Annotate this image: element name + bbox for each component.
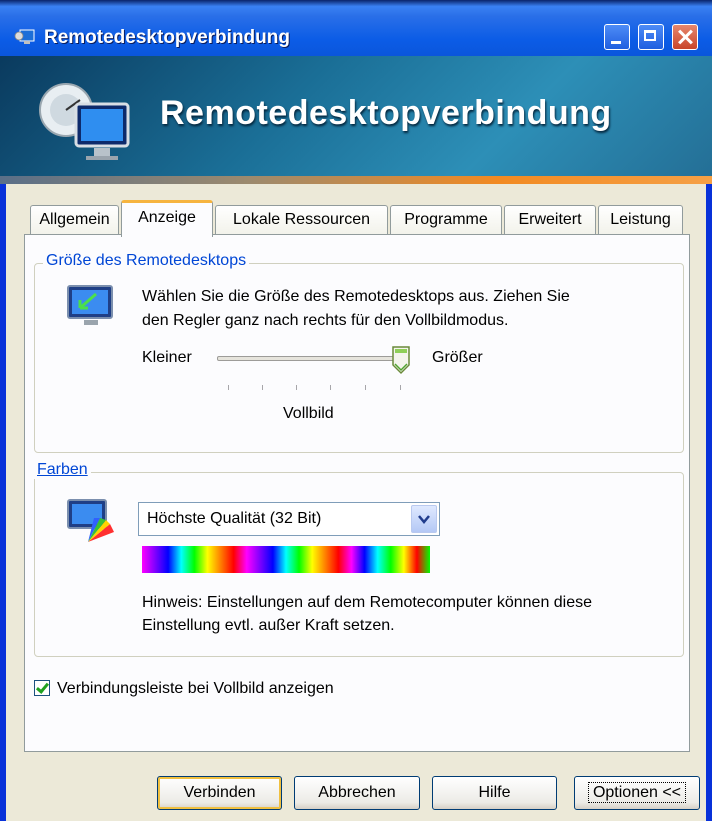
tab-leistung[interactable]: Leistung <box>598 205 683 235</box>
tab-lokale-ressourcen[interactable]: Lokale Ressourcen <box>215 205 388 235</box>
remote-desktop-window: Remotedesktopverbindung Remotedesktopver… <box>0 0 712 821</box>
colors-hint-line2: Einstellung evtl. außer Kraft setzen. <box>142 617 395 634</box>
size-description-line1: Wählen Sie die Größe des Remotedesktops … <box>142 288 570 305</box>
slider-max-label: Größer <box>432 349 483 366</box>
fullscreen-bar-checkbox[interactable] <box>34 680 50 696</box>
colors-hint-line1: Hinweis: Einstellungen auf dem Remotecom… <box>142 594 593 611</box>
options-button[interactable]: Optionen << <box>574 776 700 810</box>
slider-tick <box>400 385 401 390</box>
tab-programme[interactable]: Programme <box>390 205 502 235</box>
chevron-down-icon[interactable] <box>411 505 437 533</box>
window-title: Remotedesktopverbindung <box>44 27 290 48</box>
color-depth-value: Höchste Qualität (32 Bit) <box>147 510 322 527</box>
fullscreen-bar-checkbox-label[interactable]: Verbindungsleiste bei Vollbild anzeigen <box>57 680 334 698</box>
color-preview-bar <box>142 546 430 573</box>
slider-tick <box>330 385 331 390</box>
help-button[interactable]: Hilfe <box>432 776 557 810</box>
slider-min-label: Kleiner <box>142 349 192 366</box>
slider-tick <box>228 385 229 390</box>
size-slider-track[interactable] <box>217 356 409 361</box>
remote-desktop-logo-icon <box>39 83 130 160</box>
banner-heading: Remotedesktopverbindung <box>160 94 612 132</box>
size-description-line2: den Regler ganz nach rechts für den Voll… <box>142 312 509 329</box>
size-group-legend: Größe des Remotedesktops <box>43 252 250 270</box>
header-banner: Remotedesktopverbindung <box>0 56 712 176</box>
slider-tick <box>262 385 263 390</box>
color-palette-monitor-icon <box>67 499 114 542</box>
monitor-resize-icon <box>67 285 113 325</box>
tab-anzeige[interactable]: Anzeige <box>121 200 213 237</box>
slider-tick <box>365 385 366 390</box>
remote-desktop-app-icon <box>14 29 35 44</box>
slider-value-label: Vollbild <box>283 405 334 422</box>
size-slider-thumb[interactable] <box>391 345 411 375</box>
banner-accent-stripe <box>0 176 712 184</box>
close-button[interactable] <box>672 24 698 50</box>
cancel-button[interactable]: Abbrechen <box>294 776 420 810</box>
minimize-button[interactable] <box>604 24 630 50</box>
color-depth-select[interactable]: Höchste Qualität (32 Bit) <box>138 502 440 536</box>
tab-allgemein[interactable]: Allgemein <box>30 205 119 235</box>
tab-erweitert[interactable]: Erweitert <box>504 205 596 235</box>
colors-group-legend: Farben <box>34 461 91 479</box>
maximize-button[interactable] <box>638 24 664 50</box>
slider-tick <box>296 385 297 390</box>
connect-button[interactable]: Verbinden <box>157 776 282 810</box>
